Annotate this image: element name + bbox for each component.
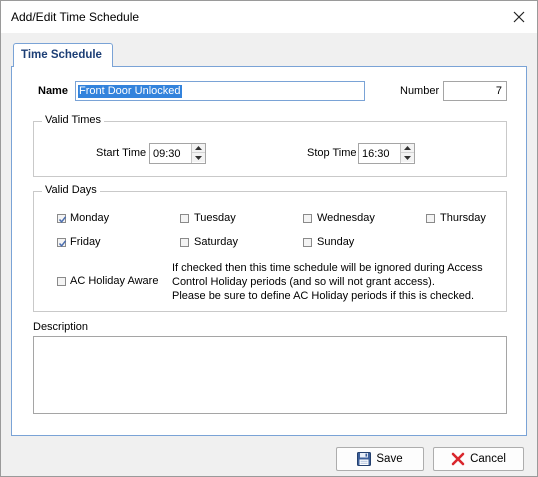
stop-time-label: Stop Time — [307, 147, 357, 159]
stop-time-spinner[interactable]: 16:30 — [358, 143, 415, 164]
checkbox-wednesday[interactable] — [303, 214, 312, 223]
stop-time-down-button[interactable] — [401, 153, 414, 162]
valid-times-title: Valid Times — [42, 114, 105, 126]
start-time-down-button[interactable] — [192, 153, 205, 162]
number-label: Number — [400, 85, 440, 97]
ac-holiday-aware-label: AC Holiday Aware — [70, 275, 159, 287]
day-label-thursday: Thursday — [440, 212, 486, 224]
cancel-button[interactable]: Cancel — [433, 447, 524, 471]
cancel-button-label: Cancel — [470, 453, 506, 465]
start-time-value: 09:30 — [153, 148, 181, 160]
stop-time-value: 16:30 — [362, 148, 390, 160]
checkbox-monday[interactable] — [57, 214, 67, 223]
arrow-down-icon — [195, 155, 202, 160]
tab-label: Time Schedule — [21, 49, 102, 61]
number-input[interactable]: 7 — [443, 81, 507, 101]
ac-holiday-help-text: If checked then this time schedule will … — [172, 261, 483, 303]
close-button[interactable] — [501, 1, 537, 33]
day-label-sunday: Sunday — [317, 236, 355, 248]
checkbox-sunday[interactable] — [303, 238, 312, 247]
day-label-friday: Friday — [70, 236, 101, 248]
start-time-up-button[interactable] — [192, 144, 205, 153]
description-label: Description — [33, 321, 89, 333]
close-icon — [513, 11, 525, 23]
day-label-tuesday: Tuesday — [194, 212, 236, 224]
dialog-window: Add/Edit Time Schedule Name Front Door U… — [0, 0, 538, 477]
cancel-x-icon — [451, 452, 465, 466]
valid-days-title: Valid Days — [42, 184, 100, 196]
help-line: Please be sure to define AC Holiday peri… — [172, 290, 475, 302]
number-value: 7 — [495, 85, 502, 97]
name-label: Name — [38, 85, 68, 97]
help-line: If checked then this time schedule will … — [172, 262, 483, 274]
day-label-wednesday: Wednesday — [317, 212, 375, 224]
checkbox-thursday[interactable] — [426, 214, 435, 223]
valid-times-group: Valid Times Start Time 09:30 Stop Time 1… — [33, 114, 507, 177]
checkbox-saturday[interactable] — [180, 238, 189, 247]
stop-time-up-button[interactable] — [401, 144, 414, 153]
save-button-label: Save — [376, 453, 403, 465]
checkmark-icon — [58, 216, 67, 223]
floppy-disk-icon — [357, 452, 372, 466]
day-label-saturday: Saturday — [194, 236, 239, 248]
checkbox-friday[interactable] — [57, 238, 67, 247]
title-bar: Add/Edit Time Schedule — [1, 1, 537, 33]
checkbox-tuesday[interactable] — [180, 214, 189, 223]
window-title: Add/Edit Time Schedule — [11, 10, 140, 24]
stop-time-spin-buttons — [400, 144, 414, 163]
arrow-up-icon — [195, 146, 202, 150]
name-value: Front Door Unlocked — [78, 85, 182, 98]
start-time-spinner[interactable]: 09:30 — [149, 143, 206, 164]
checkbox-ac-holiday-aware[interactable] — [57, 277, 66, 286]
name-input[interactable]: Front Door Unlocked — [75, 81, 365, 101]
arrow-up-icon — [404, 146, 411, 150]
description-textarea[interactable] — [33, 336, 507, 414]
start-time-spin-buttons — [191, 144, 205, 163]
valid-days-group: Valid Days Monday Tuesday Wednesday Thur… — [33, 184, 507, 312]
tab-join — [14, 64, 112, 68]
checkmark-icon — [58, 240, 67, 247]
save-button[interactable]: Save — [336, 447, 424, 471]
day-label-monday: Monday — [70, 212, 110, 224]
arrow-down-icon — [404, 155, 411, 160]
help-line: Control Holiday periods (and so will not… — [172, 276, 435, 288]
start-time-label: Start Time — [96, 147, 147, 159]
